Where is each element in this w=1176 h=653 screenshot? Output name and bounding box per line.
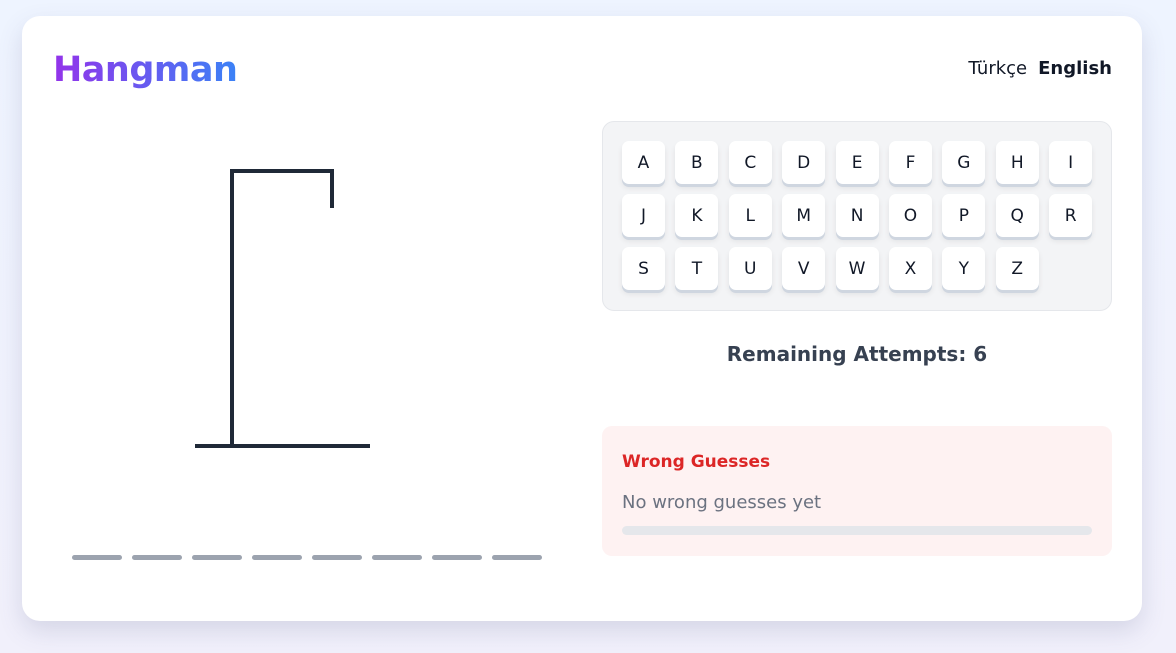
- word-slots: [72, 555, 542, 560]
- letter-key-v[interactable]: V: [782, 247, 826, 290]
- language-turkish[interactable]: Türkçe: [968, 58, 1027, 79]
- letter-slot: [192, 555, 242, 560]
- letter-key-a[interactable]: A: [622, 141, 665, 184]
- letter-key-g[interactable]: G: [942, 141, 986, 184]
- hangman-gallows: [195, 169, 370, 448]
- letter-slot: [492, 555, 542, 560]
- remaining-attempts: Remaining Attempts: 6: [602, 342, 1112, 366]
- letter-key-q[interactable]: Q: [995, 194, 1039, 237]
- letter-key-n[interactable]: N: [835, 194, 879, 237]
- letter-key-x[interactable]: X: [888, 247, 932, 290]
- wrong-guesses-progress: [622, 526, 1092, 535]
- letter-key-p[interactable]: P: [942, 194, 986, 237]
- letter-key-i[interactable]: I: [1049, 141, 1093, 184]
- letter-key-e[interactable]: E: [835, 141, 879, 184]
- letter-key-b[interactable]: B: [675, 141, 719, 184]
- wrong-guesses-empty-text: No wrong guesses yet: [622, 492, 822, 513]
- language-english[interactable]: English: [1038, 58, 1112, 79]
- game-card: Hangman Türkçe English ABCDEFGHI JKLMNOPQ…: [22, 16, 1142, 621]
- letter-key-f[interactable]: F: [888, 141, 932, 184]
- letter-key-m[interactable]: M: [782, 194, 826, 237]
- letter-slot: [372, 555, 422, 560]
- letter-key-u[interactable]: U: [728, 247, 772, 290]
- remaining-attempts-label: Remaining Attempts:: [726, 342, 967, 366]
- letter-key-h[interactable]: H: [995, 141, 1039, 184]
- letter-key-k[interactable]: K: [675, 194, 719, 237]
- letter-slot: [72, 555, 122, 560]
- wrong-guesses-title: Wrong Guesses: [622, 452, 771, 472]
- letter-key-y[interactable]: Y: [942, 247, 986, 290]
- letter-slot: [132, 555, 182, 560]
- letter-keyboard: ABCDEFGHI JKLMNOPQR STUVWXYZ: [602, 121, 1112, 311]
- page-title: Hangman: [53, 50, 238, 90]
- letter-key-t[interactable]: T: [675, 247, 719, 290]
- letter-key-j[interactable]: J: [622, 194, 665, 237]
- wrong-guesses-panel: Wrong Guesses No wrong guesses yet: [602, 426, 1112, 556]
- letter-key-w[interactable]: W: [835, 247, 879, 290]
- letter-slot: [432, 555, 482, 560]
- letter-key-c[interactable]: C: [728, 141, 772, 184]
- remaining-attempts-value: 6: [973, 342, 988, 366]
- letter-key-d[interactable]: D: [782, 141, 826, 184]
- language-switcher: Türkçe English: [968, 58, 1112, 79]
- letter-key-r[interactable]: R: [1049, 194, 1093, 237]
- letter-key-s[interactable]: S: [622, 247, 665, 290]
- letter-slot: [312, 555, 362, 560]
- letter-key-l[interactable]: L: [728, 194, 772, 237]
- letter-key-z[interactable]: Z: [995, 247, 1039, 290]
- letter-key-o[interactable]: O: [888, 194, 932, 237]
- letter-slot: [252, 555, 302, 560]
